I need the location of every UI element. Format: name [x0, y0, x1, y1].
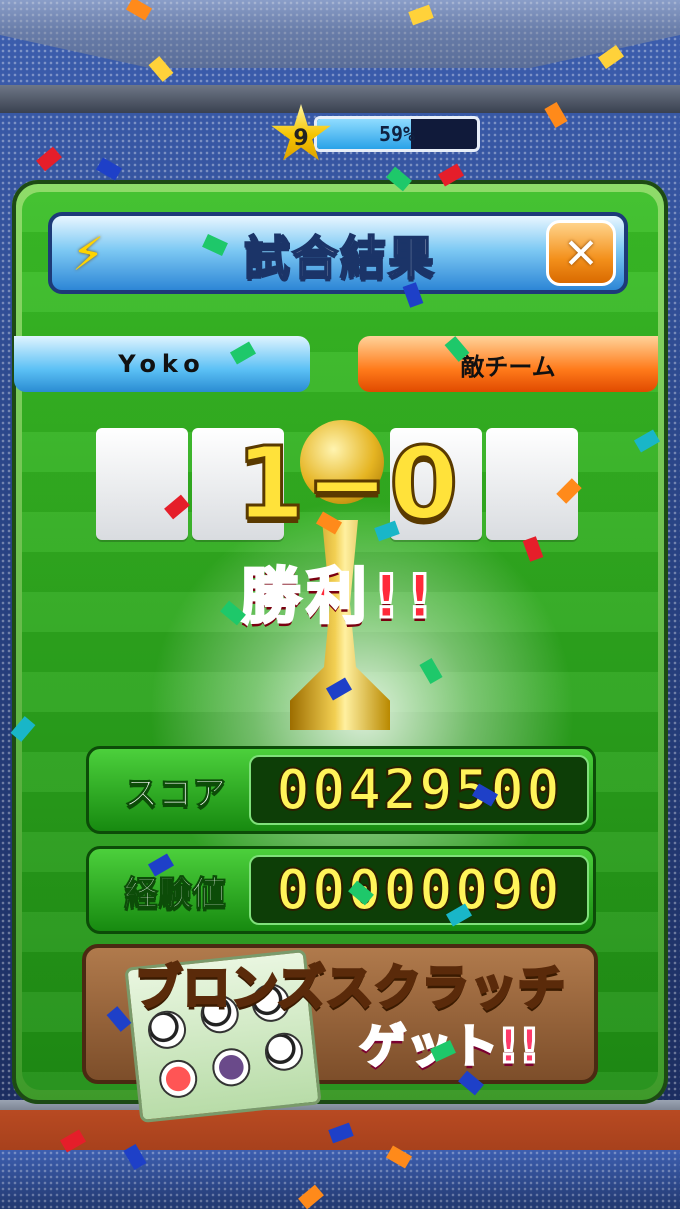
level-number: 9: [293, 125, 309, 151]
home-team-name: Yoko: [118, 350, 206, 378]
match-score: 1−0: [234, 425, 460, 542]
character-avatar-icon: [210, 1046, 253, 1089]
lightning-bolt-icon: ⚡: [71, 227, 105, 281]
dialog-title: 試合結果: [243, 230, 436, 286]
soccer-ball-icon: [263, 1030, 305, 1073]
character-badge-icon: [157, 1058, 200, 1100]
close-button[interactable]: ✕: [546, 220, 616, 286]
exp-progress-bar: 59%: [314, 116, 480, 152]
reward-title: ブロンズスクラッチ: [133, 959, 567, 1018]
score-stat-label: スコア: [124, 773, 227, 814]
close-icon: ✕: [563, 228, 599, 278]
score-stat-value: 00429500: [249, 755, 589, 825]
home-team-tab: Yoko: [14, 336, 310, 392]
stadium-crowd-bottom: [0, 1150, 680, 1209]
match-result: 勝利!!: [239, 561, 440, 634]
score-slot: [96, 428, 188, 540]
exp-stat-value: 00000090: [249, 855, 589, 925]
away-team-tab: 敵チーム: [358, 336, 658, 392]
exp-percent-label: 59%: [378, 122, 416, 146]
away-team-name: 敵チーム: [460, 352, 556, 381]
score-stat-row: スコア 00429500: [86, 746, 596, 834]
level-indicator: 59% 9: [270, 104, 482, 164]
exp-stat-label: 経験値: [124, 873, 227, 914]
